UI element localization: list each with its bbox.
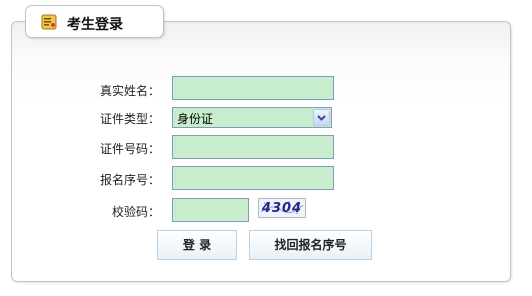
- login-tab-header: 考生登录: [25, 5, 164, 38]
- chevron-down-icon: [317, 115, 326, 121]
- id-type-selected-value: 身份证: [177, 112, 214, 126]
- captcha-code: 4304: [261, 201, 303, 216]
- id-number-input[interactable]: [172, 135, 334, 159]
- captcha-image[interactable]: 4304: [258, 198, 306, 218]
- reg-number-label: 报名序号：: [99, 173, 160, 187]
- id-number-label: 证件号码：: [99, 142, 160, 156]
- page-title: 考生登录: [67, 17, 123, 33]
- id-type-select[interactable]: 身份证: [172, 107, 332, 128]
- captcha-label: 校验码：: [111, 205, 160, 219]
- login-badge-icon: [41, 14, 57, 30]
- id-type-label: 证件类型：: [99, 112, 160, 126]
- captcha-input[interactable]: [172, 198, 249, 222]
- dropdown-arrow-button[interactable]: [313, 109, 330, 126]
- recover-reg-number-button[interactable]: 找回报名序号: [249, 230, 372, 260]
- reg-number-input[interactable]: [172, 166, 334, 190]
- name-label: 真实姓名：: [99, 84, 160, 98]
- name-input[interactable]: [172, 76, 334, 100]
- login-button[interactable]: 登 录: [157, 230, 237, 260]
